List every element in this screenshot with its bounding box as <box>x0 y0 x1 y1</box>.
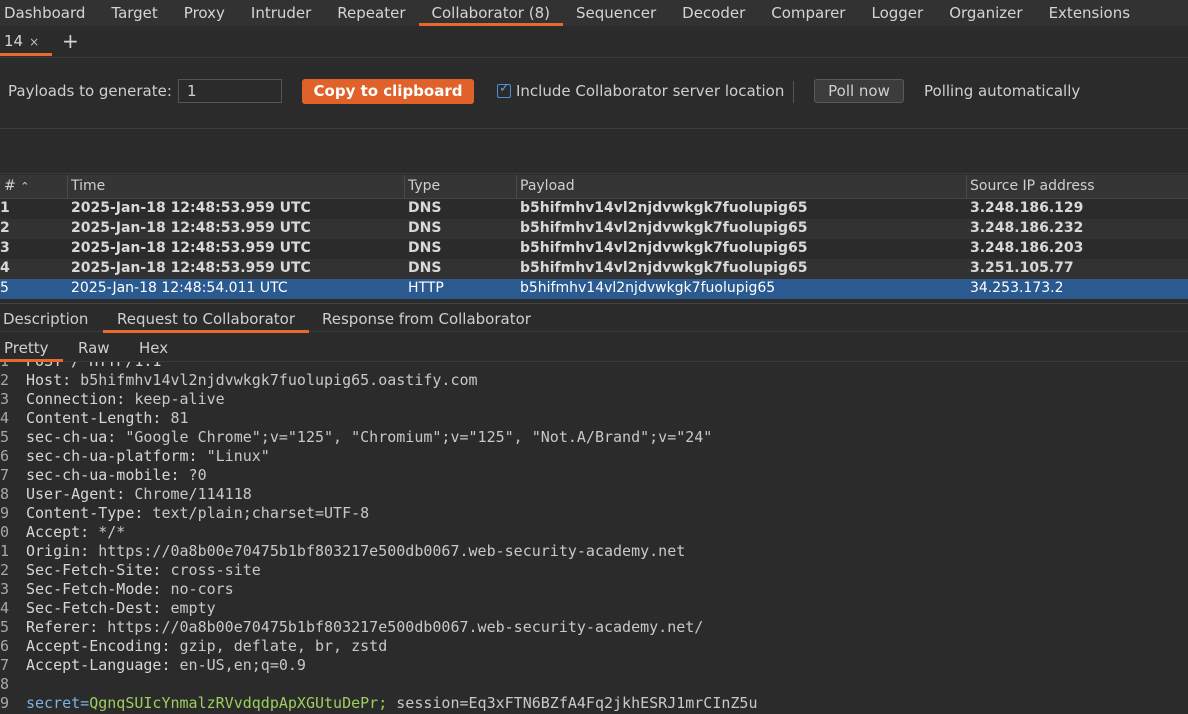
payloads-input[interactable] <box>178 79 282 103</box>
cell-num: 3 <box>0 240 10 256</box>
editor-line: 2 Host: b5hifmhv14vl2njdvwkgk7fuolupig65.… <box>0 371 478 389</box>
close-icon[interactable]: × <box>29 35 39 49</box>
cell-ip: 3.248.186.129 <box>970 200 1084 216</box>
cell-type: DNS <box>408 200 442 216</box>
editor-line: 1POST / HTTP/1.1 <box>0 362 1188 371</box>
tab-request-to-collaborator[interactable]: Request to Collaborator <box>103 310 309 333</box>
nav-tab-sequencer[interactable]: Sequencer <box>563 0 669 26</box>
table-row[interactable]: 1 2025-Jan-18 12:48:53.959 UTC DNS b5hif… <box>0 199 1188 219</box>
editor-line: 5 sec-ch-ua: "Google Chrome";v="125", "Ch… <box>0 428 713 446</box>
tab-hex[interactable]: Hex <box>139 339 168 362</box>
nav-tab-proxy[interactable]: Proxy <box>171 0 238 26</box>
copy-to-clipboard-button[interactable]: Copy to clipboard <box>302 79 474 104</box>
cell-ip: 3.248.186.232 <box>970 220 1084 236</box>
editor-line: 1 Origin: https://0a8b00e70475b1bf803217e… <box>0 542 686 560</box>
cell-num: 2 <box>0 220 10 236</box>
editor-line: 9 Content-Type: text/plain;charset=UTF-8 <box>0 504 370 522</box>
include-server-label: Include Collaborator server location <box>516 82 785 100</box>
detail-tabs: Description Request to Collaborator Resp… <box>0 303 1188 333</box>
cell-type: HTTP <box>408 280 444 296</box>
column-header-source-ip[interactable]: Source IP address <box>966 175 1188 199</box>
cell-type: DNS <box>408 220 442 236</box>
cell-payload: b5hifmhv14vl2njdvwkgk7fuolupig65 <box>520 260 808 276</box>
subtab-14[interactable]: 14 × <box>0 32 52 56</box>
cell-payload: b5hifmhv14vl2njdvwkgk7fuolupig65 <box>520 240 808 256</box>
editor-line: 6 sec-ch-ua-platform: "Linux" <box>0 447 270 465</box>
column-header-time[interactable]: Time <box>67 175 405 199</box>
tab-pretty[interactable]: Pretty <box>0 339 63 362</box>
nav-tab-collaborator[interactable]: Collaborator (8) <box>418 0 563 26</box>
sort-ascending-icon: ⌃ <box>20 180 30 193</box>
include-server-checkbox[interactable] <box>497 81 511 98</box>
collaborator-toolbar: Payloads to generate: Copy to clipboard … <box>0 59 1188 129</box>
cell-type: DNS <box>408 260 442 276</box>
cell-num: 4 <box>0 260 10 276</box>
main-nav: Dashboard Target Proxy Intruder Repeater… <box>0 0 1188 26</box>
table-row[interactable]: 2 2025-Jan-18 12:48:53.959 UTC DNS b5hif… <box>0 219 1188 239</box>
cell-time: 2025-Jan-18 12:48:53.959 UTC <box>71 200 311 216</box>
cell-num: 1 <box>0 200 10 216</box>
view-tabs: Pretty Raw Hex <box>0 334 1188 362</box>
cell-type: DNS <box>408 240 442 256</box>
cell-time: 2025-Jan-18 12:48:54.011 UTC <box>71 280 288 296</box>
table-header: # ⌃ Time Type Payload Source IP address <box>0 175 1188 199</box>
cell-time: 2025-Jan-18 12:48:53.959 UTC <box>71 240 311 256</box>
nav-tab-organizer[interactable]: Organizer <box>936 0 1035 26</box>
collaborator-subtabs: 14 × <box>0 26 1188 58</box>
column-header-payload[interactable]: Payload <box>516 175 967 199</box>
nav-tab-decoder[interactable]: Decoder <box>669 0 758 26</box>
editor-line: 8 <box>0 675 10 693</box>
editor-line-body: 9 secret=QgnqSUIcYnmalzRVvdqdpApXGUtuDePr… <box>0 694 758 712</box>
editor-line: 4 Content-Length: 81 <box>0 409 189 427</box>
tab-description[interactable]: Description <box>3 310 88 333</box>
editor-line: 2 Sec-Fetch-Site: cross-site <box>0 561 261 579</box>
editor-line: 7 Accept-Language: en-US,en;q=0.9 <box>0 656 306 674</box>
request-editor[interactable]: 1POST / HTTP/1.1 2Host: b5hifmhv14vl2njd… <box>0 362 1188 714</box>
editor-line: 0 Accept: */* <box>0 523 126 541</box>
editor-line: 8 User-Agent: Chrome/114118 <box>0 485 252 503</box>
payloads-label: Payloads to generate: <box>8 82 172 100</box>
polling-status: Polling automatically <box>924 82 1081 100</box>
cell-ip: 3.248.186.203 <box>970 240 1084 256</box>
body-param-value: QgnqSUIcYnmalzRVvdqdpApXGUtuDePr; <box>89 694 388 712</box>
editor-line: 3 Connection: keep-alive <box>0 390 225 408</box>
cell-payload: b5hifmhv14vl2njdvwkgk7fuolupig65 <box>520 220 808 236</box>
nav-tab-dashboard[interactable]: Dashboard <box>0 0 98 26</box>
body-rest: session=Eq3xFTN6BZfA4Fq2jkhESRJ1mrCInZ5u <box>387 694 758 712</box>
table-row-selected[interactable]: 5 2025-Jan-18 12:48:54.011 UTC HTTP b5hi… <box>0 279 1188 299</box>
nav-tab-logger[interactable]: Logger <box>858 0 936 26</box>
cell-payload: b5hifmhv14vl2njdvwkgk7fuolupig65 <box>520 280 776 296</box>
filter-area <box>0 130 1188 174</box>
toolbar-divider <box>793 81 794 103</box>
editor-line: 7 sec-ch-ua-mobile: ?0 <box>0 466 207 484</box>
nav-tab-comparer[interactable]: Comparer <box>758 0 858 26</box>
subtab-label: 14 <box>4 32 24 50</box>
cell-num: 5 <box>0 280 9 296</box>
editor-line: 4 Sec-Fetch-Dest: empty <box>0 599 216 617</box>
nav-tab-intruder[interactable]: Intruder <box>238 0 324 26</box>
interactions-table: # ⌃ Time Type Payload Source IP address … <box>0 175 1188 299</box>
column-header-type[interactable]: Type <box>404 175 517 199</box>
nav-tab-repeater[interactable]: Repeater <box>324 0 418 26</box>
table-row[interactable]: 4 2025-Jan-18 12:48:53.959 UTC DNS b5hif… <box>0 259 1188 279</box>
poll-now-button[interactable]: Poll now <box>814 79 904 103</box>
editor-line: 6 Accept-Encoding: gzip, deflate, br, zst… <box>0 637 388 655</box>
cell-payload: b5hifmhv14vl2njdvwkgk7fuolupig65 <box>520 200 808 216</box>
cell-time: 2025-Jan-18 12:48:53.959 UTC <box>71 220 311 236</box>
add-tab-icon[interactable]: + <box>62 30 79 52</box>
editor-line: 3 Sec-Fetch-Mode: no-cors <box>0 580 234 598</box>
nav-tab-extensions[interactable]: Extensions <box>1036 0 1143 26</box>
editor-line: 5 Referer: https://0a8b00e70475b1bf803217… <box>0 618 704 636</box>
nav-tab-target[interactable]: Target <box>98 0 170 26</box>
body-param-key: secret= <box>26 694 90 712</box>
tab-response-from-collaborator[interactable]: Response from Collaborator <box>322 310 531 333</box>
cell-time: 2025-Jan-18 12:48:53.959 UTC <box>71 260 311 276</box>
cell-ip: 3.251.105.77 <box>970 260 1074 276</box>
column-header-num[interactable]: # ⌃ <box>0 175 68 199</box>
cell-ip: 34.253.173.2 <box>970 280 1064 296</box>
tab-raw[interactable]: Raw <box>78 339 110 362</box>
table-row[interactable]: 3 2025-Jan-18 12:48:53.959 UTC DNS b5hif… <box>0 239 1188 259</box>
